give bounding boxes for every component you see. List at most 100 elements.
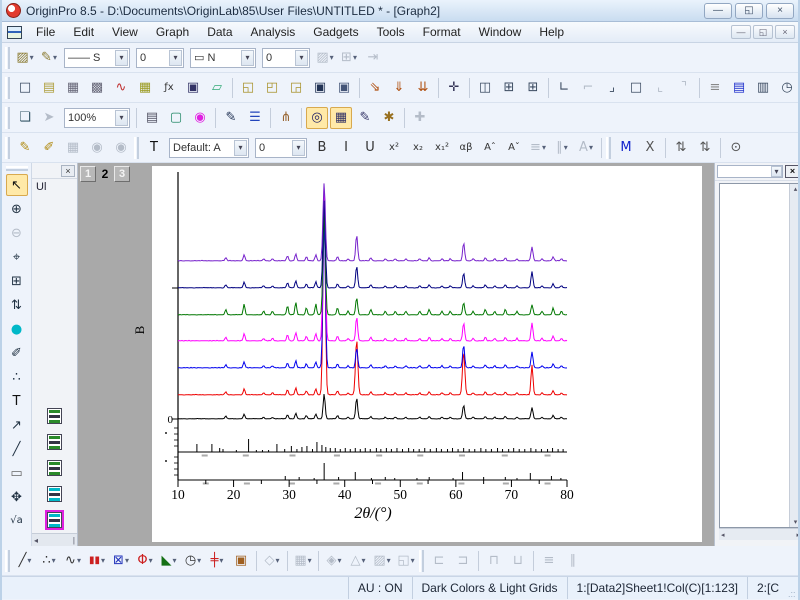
alignment-dropdown[interactable]: ▾ bbox=[542, 143, 546, 152]
dock-panel-hscrollbar[interactable]: ◂ ▸ bbox=[719, 528, 798, 540]
underline-button[interactable]: U bbox=[359, 137, 381, 159]
plot-multi-curve-button[interactable]: ⊠ ▾ bbox=[110, 550, 132, 572]
change-mask-color-button[interactable]: ⇅ bbox=[694, 137, 716, 159]
font-size-combo[interactable]: 0 ▾ bbox=[255, 137, 307, 158]
dot-tool-button[interactable]: ∴ bbox=[6, 366, 28, 388]
menu-graph[interactable]: Graph bbox=[147, 24, 198, 40]
align-top-button[interactable]: ⊓ bbox=[483, 550, 505, 572]
plot-3d-wireframe-dropdown[interactable]: ▾ bbox=[361, 556, 365, 565]
plot-box-dropdown[interactable]: ▾ bbox=[149, 556, 153, 565]
line-tool-button[interactable]: ╱ bbox=[6, 438, 28, 460]
font-tool-button[interactable]: T bbox=[143, 137, 165, 159]
menu-tools[interactable]: Tools bbox=[368, 24, 414, 40]
plot-multi-curve-dropdown[interactable]: ▾ bbox=[125, 556, 129, 565]
plot-3d-wireframe-button[interactable]: △ ▾ bbox=[347, 550, 369, 572]
edit-graph-button[interactable]: ✎ bbox=[220, 107, 242, 129]
mask-point-button[interactable]: M bbox=[615, 137, 637, 159]
code-builder-button[interactable]: ▦ bbox=[330, 106, 352, 129]
font-color-button[interactable]: A ▾ bbox=[575, 137, 597, 159]
plot-resize-dropdown[interactable]: ▾ bbox=[411, 556, 415, 565]
greek-button[interactable]: αβ bbox=[455, 137, 477, 159]
border-width-combo-arrow[interactable]: ▾ bbox=[295, 49, 308, 66]
workbook-2-icon[interactable] bbox=[47, 434, 62, 450]
restore-button[interactable]: ◱ bbox=[735, 2, 763, 19]
plot-3d-scatter-dropdown[interactable]: ▾ bbox=[275, 556, 279, 565]
open-template-button[interactable]: ◰ bbox=[261, 77, 283, 99]
new-matrix-button[interactable]: ▩ bbox=[86, 77, 108, 99]
line-thickness-button[interactable]: ≡ bbox=[704, 77, 726, 99]
grid-lines-dropdown[interactable]: ▾ bbox=[353, 53, 357, 62]
plot-image-dropdown[interactable]: ▾ bbox=[387, 556, 391, 565]
new-notes-button[interactable]: ▱ bbox=[206, 77, 228, 99]
regional-mask-button[interactable]: ● bbox=[6, 318, 28, 340]
menu-gadgets[interactable]: Gadgets bbox=[304, 24, 367, 40]
align-right-button[interactable]: ⊐ bbox=[452, 550, 474, 572]
print-button[interactable]: ▤ bbox=[141, 107, 163, 129]
subsuperscript-button[interactable]: x₁² bbox=[431, 137, 453, 159]
merge-cells-button[interactable]: ⇥ bbox=[362, 47, 384, 69]
fill-color-button[interactable]: ▨ ▾ bbox=[14, 47, 36, 69]
border-style-combo-arrow[interactable]: ▾ bbox=[241, 49, 254, 66]
dock-panel-vscrollbar[interactable]: ▴ ▾ bbox=[789, 184, 798, 527]
plot-3d-surface-button[interactable]: ◈ ▾ bbox=[323, 550, 345, 572]
layer-1-button[interactable]: 1 bbox=[80, 166, 96, 182]
axis-ticks-special-button[interactable]: ⌝ bbox=[673, 77, 695, 99]
menu-help[interactable]: Help bbox=[530, 24, 573, 40]
duplicate-window-button[interactable]: ❏ bbox=[14, 107, 36, 129]
alignment-button[interactable]: ≡ ▾ bbox=[527, 137, 549, 159]
workbook-5-icon[interactable] bbox=[45, 510, 64, 530]
font-combo-arrow[interactable]: ▾ bbox=[234, 139, 247, 156]
plot-stock-button[interactable]: ╪ ▾ bbox=[206, 550, 228, 572]
superscript-button[interactable]: x² bbox=[383, 137, 405, 159]
plot-polar-dropdown[interactable]: ▾ bbox=[197, 556, 201, 565]
video-capture-button[interactable]: ◉ bbox=[189, 107, 211, 129]
plot-template-button[interactable]: ▣ bbox=[230, 550, 252, 572]
date-time-button[interactable]: ◷ bbox=[776, 77, 798, 99]
workbook-4-icon[interactable] bbox=[47, 486, 62, 502]
child-minimize-button[interactable]: — bbox=[731, 25, 751, 39]
unmask-point-button[interactable]: X bbox=[639, 137, 661, 159]
script-window-button[interactable]: ✎ bbox=[354, 107, 376, 129]
equation-tool-button[interactable]: √a bbox=[6, 510, 28, 532]
slide-show-button[interactable]: ▢ bbox=[165, 107, 187, 129]
workbook-3-icon[interactable] bbox=[47, 460, 62, 476]
scroll-down-icon[interactable]: ▾ bbox=[794, 518, 798, 526]
subscript-button[interactable]: x₂ bbox=[407, 137, 429, 159]
dual-view-button[interactable]: ☰ bbox=[244, 107, 266, 129]
zoom-combo-arrow[interactable]: ▾ bbox=[115, 109, 128, 126]
plot-3d-surface-dropdown[interactable]: ▾ bbox=[337, 556, 341, 565]
zoom-out-button[interactable]: ⊖ bbox=[6, 222, 28, 244]
dock-panel-combo[interactable]: ▾ bbox=[717, 165, 783, 178]
save-button[interactable]: ▣ bbox=[309, 77, 331, 99]
project-folder-label[interactable]: Ul bbox=[32, 179, 77, 193]
import-ascii-button[interactable]: ⇓ bbox=[388, 77, 410, 99]
plot-scatter-dropdown[interactable]: ▾ bbox=[52, 556, 56, 565]
plot-area-button[interactable]: ◣ ▾ bbox=[158, 550, 180, 572]
bold-button[interactable]: B bbox=[311, 137, 333, 159]
new-folder-button[interactable]: ▤ bbox=[38, 77, 60, 99]
rectangle-tool-button[interactable]: ▭ bbox=[6, 462, 28, 484]
line-color-button[interactable]: ✎ ▾ bbox=[38, 47, 60, 69]
scroll-up-icon[interactable]: ▴ bbox=[794, 185, 798, 193]
rescale-axes-button[interactable]: ✛ bbox=[443, 77, 465, 99]
combo-arrow-icon[interactable]: ▾ bbox=[771, 166, 782, 177]
paste-format-button[interactable]: ◉ bbox=[86, 137, 108, 159]
clear-format-button[interactable]: ◉ bbox=[110, 137, 132, 159]
plot-column-button[interactable]: ▮▮ ▾ bbox=[86, 550, 108, 572]
menu-analysis[interactable]: Analysis bbox=[242, 24, 305, 40]
plot-scatter-button[interactable]: ∴ ▾ bbox=[38, 550, 60, 572]
minimize-button[interactable]: — bbox=[704, 2, 732, 19]
zoom-combo[interactable]: 100% ▾ bbox=[64, 107, 130, 128]
graph-6panel-button[interactable]: ⊞ bbox=[522, 77, 544, 99]
line-style-combo[interactable]: —— S ▾ bbox=[64, 47, 130, 68]
import-multiple-ascii-button[interactable]: ⇊ bbox=[412, 77, 434, 99]
scroll-left-icon[interactable]: ◂ bbox=[34, 536, 38, 545]
pan-tool-button[interactable]: ✥ bbox=[6, 486, 28, 508]
border-width-combo[interactable]: 0 ▾ bbox=[262, 47, 310, 68]
resize-grip[interactable]: .:: bbox=[788, 577, 798, 599]
menu-view[interactable]: View bbox=[103, 24, 147, 40]
axis-right-button[interactable]: ⌟ bbox=[601, 77, 623, 99]
fill-pattern-button[interactable]: ▨ ▾ bbox=[314, 47, 336, 69]
add-object-button[interactable]: ✚ bbox=[409, 107, 431, 129]
grid-lines-button[interactable]: ⊞ ▾ bbox=[338, 47, 360, 69]
